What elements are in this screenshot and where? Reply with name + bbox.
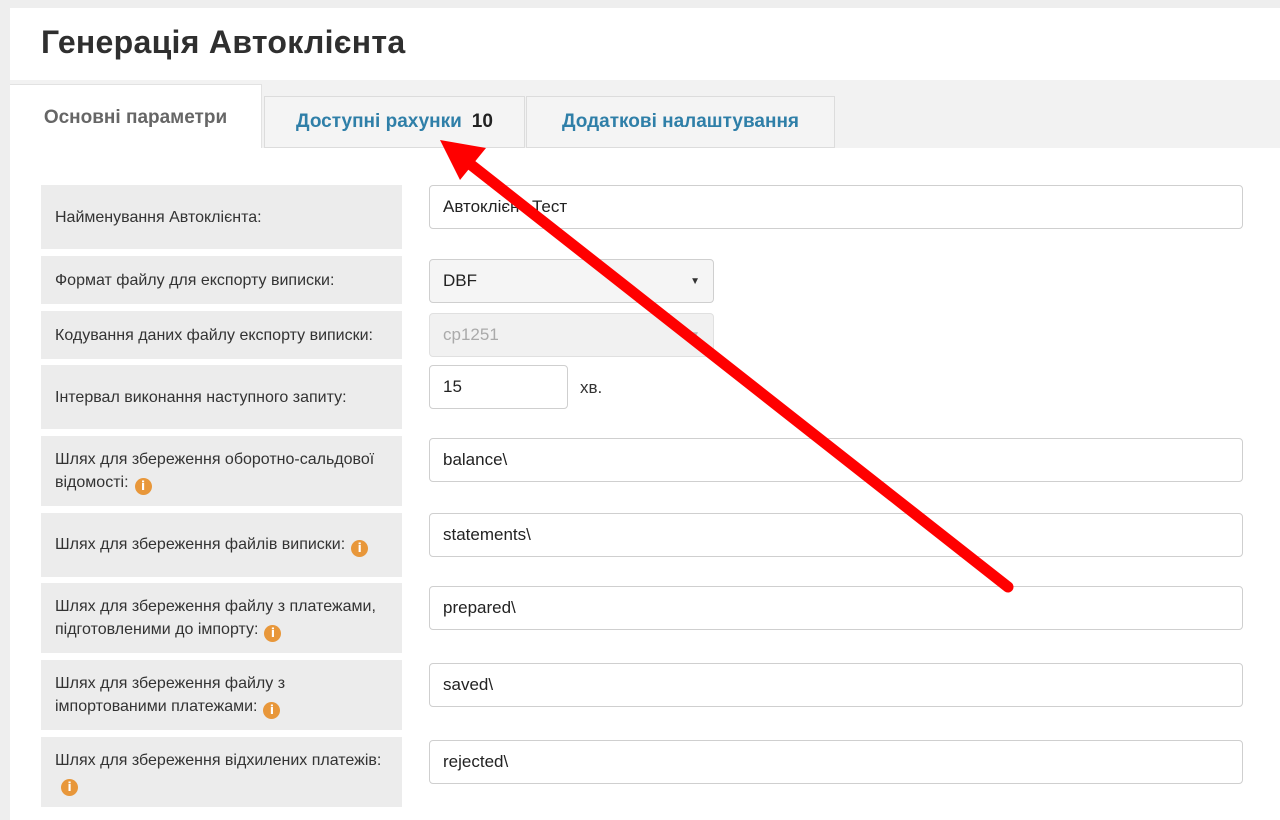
label-text: Шлях для збереження оборотно-сальдової в… [55, 450, 375, 495]
caret-down-icon: ▼ [690, 275, 700, 287]
label-text: Інтервал виконання наступного запиту: [55, 388, 347, 406]
input-value: statements\ [443, 525, 531, 544]
balance-path-input[interactable]: balance\ [429, 438, 1243, 482]
balance-path-label: Шлях для збереження оборотно-сальдової в… [41, 436, 402, 506]
saved-path-input[interactable]: saved\ [429, 663, 1243, 707]
rejected-path-label: Шлях для збереження відхилених платежів:… [41, 737, 402, 807]
label-text: Шлях для збереження відхилених платежів:… [55, 751, 382, 796]
prepared-path-input[interactable]: prepared\ [429, 586, 1243, 630]
label-text: Шлях для збереження файлів виписки: i [55, 533, 369, 557]
tab-available-accounts[interactable]: Доступні рахунки 10 [264, 96, 525, 148]
accounts-count-badge: 10 [471, 111, 493, 132]
interval-unit: хв. [580, 378, 603, 397]
input-value: Автоклієнт Тест [443, 197, 568, 216]
encoding-label: Кодування даних файлу експорту виписки: [41, 311, 402, 359]
interval-label: Інтервал виконання наступного запиту: [41, 365, 402, 429]
label-text: Шлях для збереження файлу з імпортованим… [55, 674, 286, 719]
info-icon[interactable]: i [134, 477, 152, 495]
label-text: Шлях для збереження файлу з платежами, п… [55, 597, 376, 642]
encoding-select: cp1251 ▼ [429, 313, 714, 357]
info-icon[interactable]: i [61, 778, 78, 796]
label-text: Кодування даних файлу експорту виписки: [55, 326, 373, 344]
rejected-path-input[interactable]: rejected\ [429, 740, 1243, 784]
info-icon[interactable]: i [351, 540, 369, 557]
input-value: prepared\ [443, 598, 516, 617]
format-select[interactable]: DBF ▼ [429, 259, 714, 303]
input-value: rejected\ [443, 752, 509, 771]
statements-path-label: Шлях для збереження файлів виписки: i [41, 513, 402, 577]
select-value: DBF [443, 271, 477, 290]
input-value: balance\ [443, 450, 508, 469]
input-value: 15 [443, 377, 462, 396]
tab-label: Доступні рахунки [296, 111, 462, 132]
caret-down-icon: ▼ [690, 329, 700, 341]
name-input[interactable]: Автоклієнт Тест [429, 185, 1243, 229]
tab-main-params[interactable]: Основні параметри [10, 84, 262, 150]
prepared-path-label: Шлях для збереження файлу з платежами, п… [41, 583, 402, 653]
name-label: Найменування Автоклієнта: [41, 185, 402, 249]
statements-path-input[interactable]: statements\ [429, 513, 1243, 557]
info-icon[interactable]: i [264, 624, 282, 642]
select-value: cp1251 [443, 325, 499, 344]
input-value: saved\ [443, 675, 494, 694]
format-label: Формат файлу для експорту виписки: [41, 256, 402, 304]
interval-input[interactable]: 15 [429, 365, 568, 409]
saved-path-label: Шлях для збереження файлу з імпортованим… [41, 660, 402, 730]
page-title: Генерація Автоклієнта [41, 24, 406, 60]
tab-label: Основні параметри [43, 106, 228, 128]
label-text: Формат файлу для експорту виписки: [55, 271, 335, 289]
label-text: Найменування Автоклієнта: [55, 208, 262, 226]
tab-label: Додаткові налаштування [561, 111, 800, 132]
info-icon[interactable]: i [263, 701, 281, 719]
tab-additional-settings[interactable]: Додаткові налаштування [526, 96, 835, 148]
